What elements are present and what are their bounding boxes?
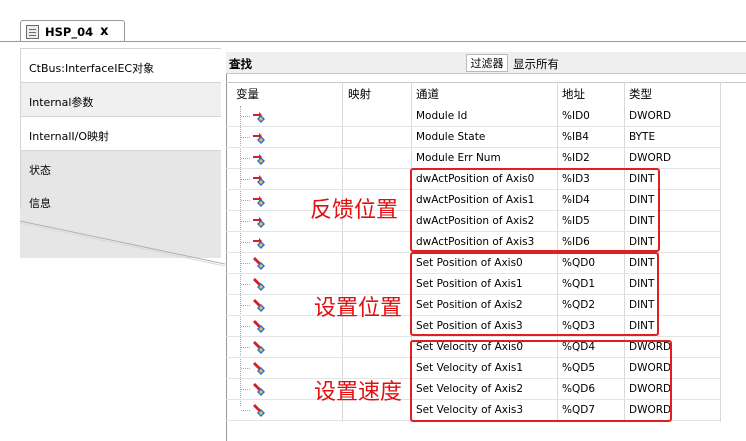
sidebar-item-interface-iec-objects[interactable]: CtBus:InterfaceIEC对象 [20,48,221,86]
cell-channel: Module Err Num [416,152,501,164]
output-channel-icon [253,320,265,333]
set-position-highlight [410,252,659,336]
filter-button[interactable]: 过滤器 [466,54,508,72]
sidebar-item-internal-io-mapping[interactable]: InternalI/O映射 [20,116,221,154]
tree-branch [241,284,250,285]
input-channel-icon [253,112,265,123]
input-channel-icon [253,154,265,165]
row-divider [226,126,720,127]
close-icon[interactable]: x [100,25,108,38]
tab-divider [0,41,746,42]
output-channel-icon [253,404,265,417]
tree-connector [240,106,241,406]
tree-branch [241,242,250,243]
tree-branch [241,347,250,348]
sidebar-item-label: 状态 [29,163,51,177]
pane-divider [226,52,227,441]
output-channel-icon [253,278,265,291]
tree-branch [241,326,250,327]
tree-branch [241,221,250,222]
cell-type: DWORD [629,152,672,164]
search-filter-bar: 查找 过滤器 显示所有 [226,52,746,74]
column-header-address[interactable]: 地址 [562,86,585,102]
column-divider [720,82,721,422]
tree-branch [241,137,250,138]
column-header-mapping[interactable]: 映射 [348,86,371,102]
sidebar-item-label: CtBus:InterfaceIEC对象 [29,61,155,75]
annotation-set-position: 设置位置 [314,296,403,321]
cell-type: BYTE [629,131,656,143]
output-channel-icon [253,299,265,312]
column-header-channel[interactable]: 通道 [416,86,439,102]
set-velocity-highlight [410,340,672,422]
sidebar-item-status[interactable]: 状态 [20,150,221,188]
sidebar-item-label: Internal参数 [29,95,94,109]
input-channel-icon [253,175,265,186]
row-divider [226,147,720,148]
tree-branch [241,263,250,264]
output-channel-icon [253,383,265,396]
tree-branch [241,179,250,180]
cell-channel: Module State [416,131,486,143]
column-header-type[interactable]: 类型 [629,86,652,102]
tree-branch [241,116,250,117]
input-channel-icon [253,196,265,207]
cell-address: %ID0 [562,110,590,122]
device-icon [26,24,39,39]
table-header: 变量 映射 通道 地址 类型 [226,82,746,106]
column-header-variable[interactable]: 变量 [236,86,259,102]
row-divider [226,336,720,337]
tab-hsp-04[interactable]: HSP_04 x [20,20,125,42]
annotation-set-velocity: 设置速度 [314,380,403,405]
input-channel-icon [253,133,265,144]
cell-address: %IB4 [562,131,589,143]
output-channel-icon [253,257,265,270]
output-channel-icon [253,362,265,375]
tree-branch [241,305,250,306]
search-label[interactable]: 查找 [229,56,252,72]
sidebar-item-internal-parameters[interactable]: Internal参数 [20,82,221,120]
input-channel-icon [253,238,265,249]
cell-type: DWORD [629,110,672,122]
editor-tab-strip: HSP_04 x [0,0,746,42]
output-channel-icon [253,341,265,354]
feedback-position-highlight [410,168,660,252]
tree-branch [241,368,250,369]
cell-channel: Module Id [416,110,468,122]
tree-branch [241,200,250,201]
sidebar-diagonal-edge [20,208,225,267]
tab-title: HSP_04 [45,24,94,39]
annotation-feedback-position: 反馈位置 [310,198,399,223]
tree-branch [241,389,250,390]
tree-branch [241,410,250,411]
tree-branch [241,158,250,159]
sidebar-item-label: InternalI/O映射 [29,129,110,143]
input-channel-icon [253,217,265,228]
filter-select[interactable]: 显示所有 [513,56,559,72]
cell-address: %ID2 [562,152,590,164]
